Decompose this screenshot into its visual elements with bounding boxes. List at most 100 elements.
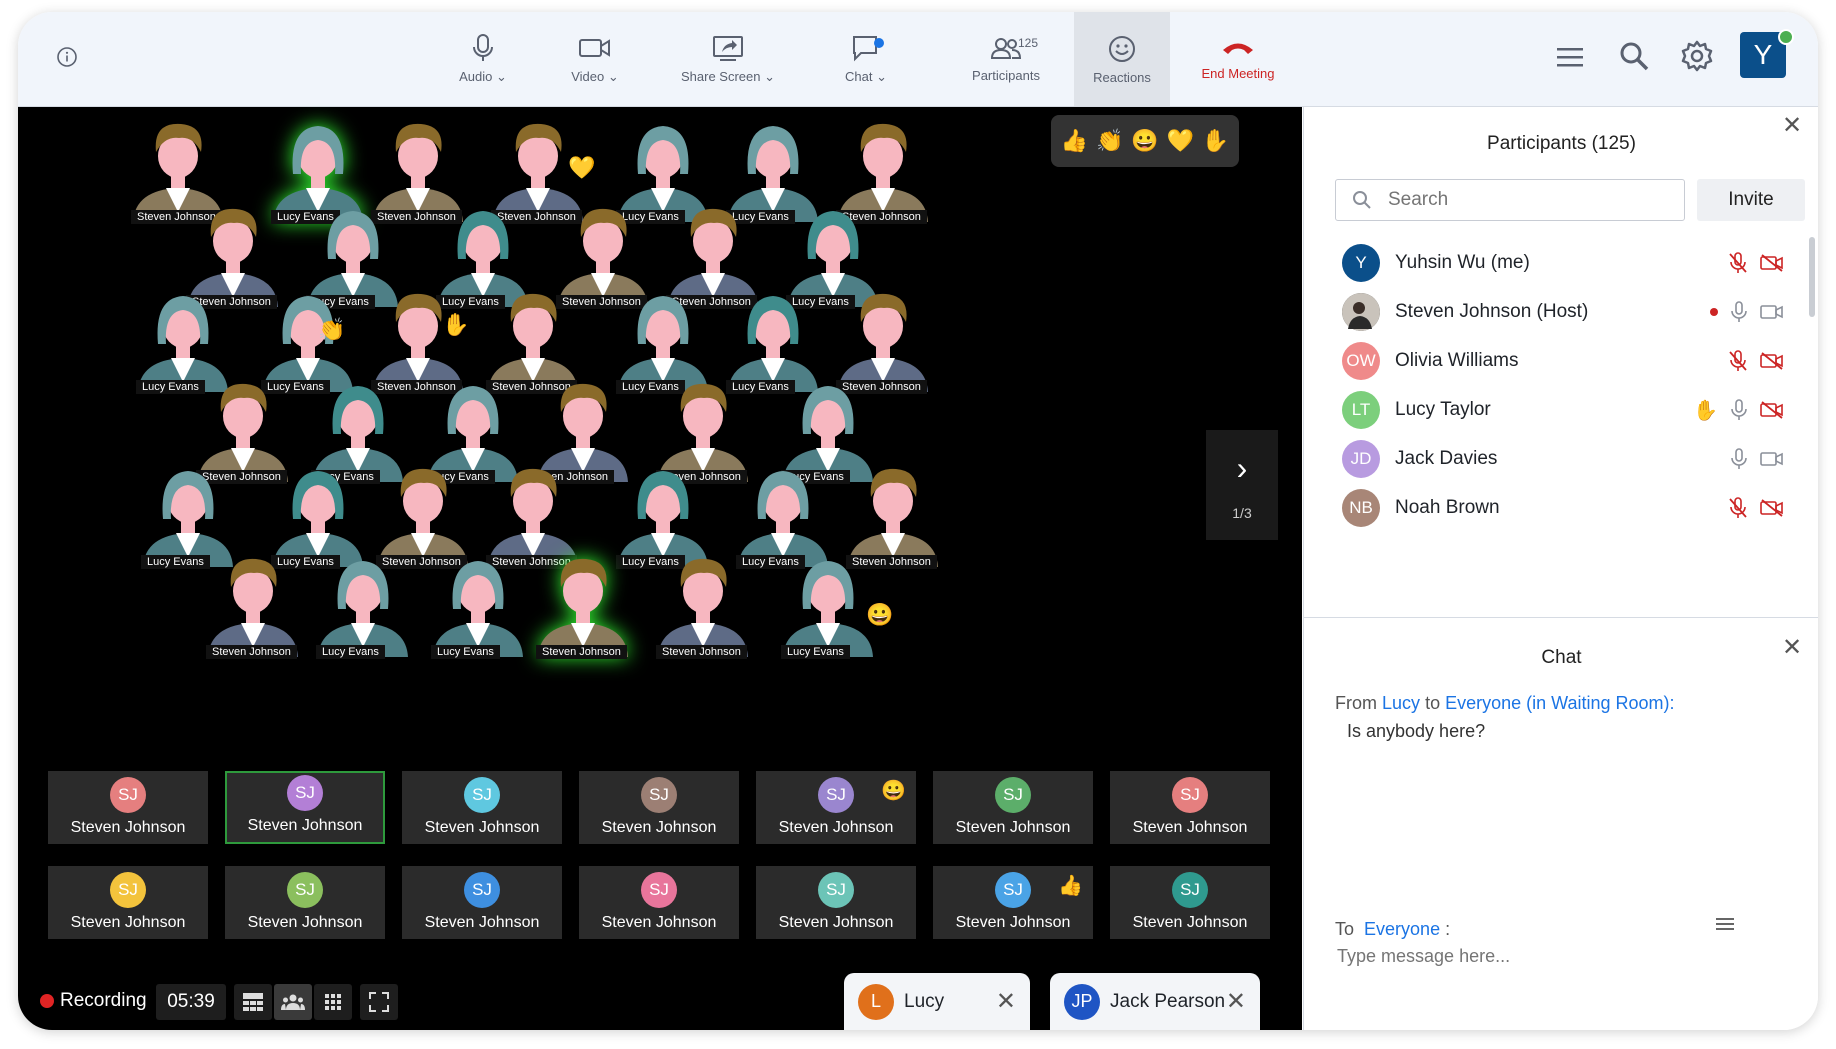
participant-tile[interactable]: SJ Steven Johnson [1110,771,1270,844]
video-label: Video [571,69,605,84]
sender-name[interactable]: Lucy [1382,693,1420,713]
stage-bottom-bar: Recording 05:39 L Lucy ✕ JP Jack Pearson… [18,973,1302,1030]
participant-tile[interactable]: SJ Steven Johnson [402,771,562,844]
search-icon[interactable] [1618,40,1650,72]
participant-avatar: OW [1342,342,1380,380]
fullscreen-button[interactable] [360,984,398,1020]
panel-divider [1304,617,1818,618]
chat-button[interactable]: Chat ⌄ [836,12,896,106]
tile-avatar: SJ [464,777,500,813]
share-screen-button[interactable]: Share Screen ⌄ [678,12,778,106]
gallery-avatar [648,547,758,657]
gear-icon[interactable] [1680,39,1714,73]
participant-tile[interactable]: SJ Steven Johnson [225,771,385,844]
menu-icon[interactable] [1556,46,1584,68]
close-icon[interactable]: ✕ [1782,111,1802,140]
chat-options-icon[interactable] [1716,917,1734,931]
recording-dot-icon [40,994,54,1008]
grid-view-button[interactable] [314,984,352,1020]
gallery-name-tag: Steven Johnson [206,645,297,659]
clap-reaction[interactable]: 👏 [1096,128,1123,154]
info-icon[interactable] [56,46,78,68]
page-indicator: 1/3 [1232,504,1252,521]
close-icon[interactable]: ✕ [1782,633,1802,662]
close-icon[interactable]: ✕ [996,987,1016,1016]
tile-name: Steven Johnson [247,914,363,931]
microphone-icon[interactable] [1730,399,1748,421]
to-suffix: : [1445,919,1451,939]
raise-hand-reaction[interactable]: ✋ [1202,128,1229,154]
tile-name: Steven Johnson [70,819,186,836]
participants-label: Participants [972,67,1040,83]
participant-tile[interactable]: SJ Steven Johnson [579,771,739,844]
chat-message-input[interactable] [1335,945,1759,968]
tile-avatar: SJ [641,777,677,813]
speaker-view-button[interactable] [234,984,272,1020]
participant-tile[interactable]: SJ Steven Johnson [1110,866,1270,939]
participant-row[interactable]: NB Noah Brown [1304,480,1784,536]
right-sidebar: Participants (125) ✕ Invite Y Yuhsin Wu (… [1303,107,1818,1030]
participant-tile[interactable]: SJ Steven Johnson 😀 [756,771,916,844]
tile-name: Steven Johnson [778,914,894,931]
recipient-dropdown[interactable]: Everyone [1364,919,1440,939]
chat-label: Chat [845,69,873,84]
participant-row[interactable]: OW Olivia Williams [1304,333,1784,389]
audio-button[interactable]: Audio ⌄ [448,12,518,106]
participant-search[interactable] [1335,179,1685,221]
participant-tile[interactable]: SJ Steven Johnson [933,771,1093,844]
participant-tile[interactable]: SJ Steven Johnson [225,866,385,939]
end-meeting-button[interactable]: End Meeting [1188,12,1288,106]
search-input[interactable] [1386,188,1660,212]
participant-row[interactable]: Y Yuhsin Wu (me) [1304,235,1784,291]
participant-tile[interactable]: SJ Steven Johnson [48,866,208,939]
next-page-button[interactable]: › 1/3 [1206,430,1278,540]
video-button[interactable]: Video ⌄ [560,12,630,106]
camera-off-icon[interactable] [1760,401,1784,419]
raise-hand-icon: ✋ [442,312,470,337]
participant-name: Olivia Williams [1395,350,1519,371]
tile-avatar: SJ [818,777,854,813]
recipient-name[interactable]: Everyone (in Waiting Room): [1445,693,1674,713]
person-avatar-icon [538,558,628,657]
microphone-icon[interactable] [1730,301,1748,323]
together-view-button[interactable] [274,984,312,1020]
meeting-window: Audio ⌄ Video ⌄ Share Screen ⌄ Chat ⌄ Pa… [18,12,1818,1030]
smile-reaction[interactable]: 😀 [1131,128,1158,154]
chat-tab-avatar: L [858,983,894,1020]
tile-avatar: SJ [995,872,1031,908]
participant-list-scrollbar[interactable] [1809,237,1815,317]
mic-muted-icon[interactable] [1728,350,1748,372]
participant-row[interactable]: LT Lucy Taylor ✋ [1304,382,1784,438]
participant-tile[interactable]: SJ Steven Johnson [579,866,739,939]
participant-row[interactable]: Steven Johnson (Host) [1304,284,1784,340]
participants-count: 125 [1018,36,1039,50]
chat-tab-name: Jack Pearson [1110,990,1226,1012]
tile-avatar: SJ [641,872,677,908]
camera-icon[interactable] [1760,303,1784,321]
tile-avatar: SJ [110,872,146,908]
camera-off-icon[interactable] [1760,254,1784,272]
heart-reaction[interactable]: 💛 [1166,128,1193,154]
camera-icon[interactable] [1760,450,1784,468]
chevron-right-icon: › [1236,449,1248,486]
participant-tile[interactable]: SJ Steven Johnson [48,771,208,844]
group-icon [281,994,305,1010]
participant-tile[interactable]: SJ Steven Johnson [402,866,562,939]
camera-off-icon[interactable] [1760,352,1784,370]
participant-tile[interactable]: SJ Steven Johnson 👍 [933,866,1093,939]
mic-muted-icon[interactable] [1728,252,1748,274]
reactions-button[interactable]: Reactions [1074,12,1170,106]
thumbs-up-reaction[interactable]: 👍 [1061,128,1088,154]
chat-tab-lucy[interactable]: L Lucy ✕ [844,973,1030,1030]
chat-tab-jack-pearson[interactable]: JP Jack Pearson ✕ [1050,973,1260,1030]
participant-row[interactable]: JD Jack Davies [1304,431,1784,487]
close-icon[interactable]: ✕ [1226,987,1246,1016]
participants-button[interactable]: Participants [956,12,1056,106]
participant-tile[interactable]: SJ Steven Johnson [756,866,916,939]
microphone-icon[interactable] [1730,448,1748,470]
invite-button[interactable]: Invite [1697,179,1805,221]
mic-muted-icon[interactable] [1728,497,1748,519]
camera-off-icon[interactable] [1760,499,1784,517]
participant-avatar: LT [1342,391,1380,429]
tile-name: Steven Johnson [1132,914,1248,931]
